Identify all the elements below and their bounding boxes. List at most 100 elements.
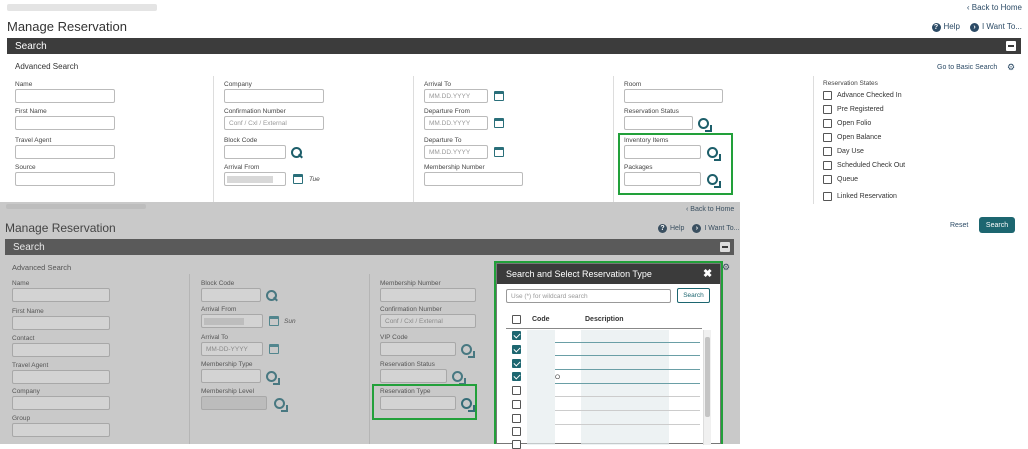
arrival-to-input[interactable]: MM-DD-YYYY xyxy=(201,342,263,356)
departure-from-input[interactable]: MM.DD.YYYY xyxy=(424,116,488,130)
confirmation-number-input[interactable]: Conf / Cxl / External xyxy=(380,314,476,328)
lov-search-icon[interactable] xyxy=(274,398,288,412)
arrival-from-input[interactable] xyxy=(201,314,263,328)
arrival-from-label: Arrival From xyxy=(224,164,260,171)
reservation-status-input[interactable] xyxy=(380,369,447,383)
search-panel-title: Search xyxy=(15,40,47,52)
collapse-icon[interactable] xyxy=(1006,41,1016,51)
departure-to-input[interactable]: MM.DD.YYYY xyxy=(424,145,488,159)
highlight-box xyxy=(618,133,733,195)
arrow-right-icon: › xyxy=(969,23,979,32)
back-to-home-link[interactable]: ‹ Back to Home xyxy=(686,206,734,213)
source-label: Source xyxy=(15,164,36,171)
state-checkbox[interactable] xyxy=(823,105,832,114)
calendar-icon[interactable] xyxy=(494,147,504,157)
name-input[interactable] xyxy=(15,89,115,103)
contact-input[interactable] xyxy=(12,343,110,357)
lov-search-icon[interactable] xyxy=(461,344,475,358)
gear-icon[interactable]: ⚙ xyxy=(1007,62,1015,73)
state-checkbox[interactable] xyxy=(823,161,832,170)
reservation-status-label: Reservation Status xyxy=(380,361,435,368)
advanced-search-title: Advanced Search xyxy=(12,263,72,272)
contact-label: Contact xyxy=(12,335,35,342)
back-to-home-label: Back to Home xyxy=(690,206,735,213)
arrival-from-label: Arrival From xyxy=(201,306,237,313)
reservation-status-label: Reservation Status xyxy=(624,108,679,115)
gear-icon[interactable]: ⚙ xyxy=(722,262,730,273)
page-title: Manage Reservation xyxy=(5,221,116,235)
company-input[interactable] xyxy=(12,396,110,410)
column-divider xyxy=(213,76,214,204)
first-name-label: First Name xyxy=(15,108,47,115)
reset-button[interactable]: Reset xyxy=(950,222,968,229)
departure-from-label: Departure From xyxy=(424,108,470,115)
calendar-icon[interactable] xyxy=(293,174,303,184)
arrival-to-input[interactable]: MM.DD.YYYY xyxy=(424,89,488,103)
arrow-right-icon: › xyxy=(692,224,702,233)
go-to-basic-search-link[interactable]: Go to Basic Search xyxy=(937,64,997,71)
search-icon[interactable] xyxy=(266,290,277,301)
state-label: Day Use xyxy=(837,148,864,155)
calendar-icon[interactable] xyxy=(494,91,504,101)
i-want-to-label: I Want To... xyxy=(981,22,1022,31)
membership-number-input[interactable] xyxy=(424,172,523,186)
calendar-icon[interactable] xyxy=(494,118,504,128)
blurred-breadcrumb xyxy=(6,204,146,209)
vip-code-input[interactable] xyxy=(380,342,456,356)
calendar-icon[interactable] xyxy=(269,316,279,326)
help-icon: ? xyxy=(658,224,667,233)
calendar-icon[interactable] xyxy=(269,344,279,354)
lov-search-icon[interactable] xyxy=(266,371,280,385)
lov-search-icon[interactable] xyxy=(452,371,466,385)
first-name-input[interactable] xyxy=(15,116,115,130)
travel-agent-input[interactable] xyxy=(15,145,115,159)
company-label: Company xyxy=(224,81,252,88)
search-icon[interactable] xyxy=(291,147,302,158)
search-panel-header[interactable]: Search xyxy=(7,38,1021,54)
membership-level-input[interactable] xyxy=(201,396,267,410)
state-checkbox[interactable] xyxy=(823,192,832,201)
state-checkbox[interactable] xyxy=(823,133,832,142)
help-link[interactable]: ? Help xyxy=(931,22,960,32)
source-input[interactable] xyxy=(15,172,115,186)
state-checkbox[interactable] xyxy=(823,119,832,128)
help-icon: ? xyxy=(931,23,941,32)
i-want-to-link[interactable]: › I Want To... xyxy=(692,224,739,233)
travel-agent-input[interactable] xyxy=(12,370,110,384)
company-input[interactable] xyxy=(224,89,324,103)
i-want-to-label: I Want To... xyxy=(704,225,740,232)
state-label: Pre Registered xyxy=(837,106,884,113)
company-label: Company xyxy=(12,388,40,395)
reservation-status-input[interactable] xyxy=(624,116,693,130)
state-checkbox[interactable] xyxy=(823,147,832,156)
block-code-input[interactable] xyxy=(201,288,261,302)
group-label: Group xyxy=(12,415,31,422)
state-label: Open Balance xyxy=(837,134,882,141)
collapse-icon[interactable] xyxy=(720,242,730,252)
membership-number-input[interactable] xyxy=(380,288,476,302)
back-to-home-link[interactable]: ‹ Back to Home xyxy=(967,3,1022,12)
block-code-input[interactable] xyxy=(224,145,286,159)
confirmation-number-label: Confirmation Number xyxy=(380,306,442,313)
column-divider xyxy=(613,76,614,204)
room-input[interactable] xyxy=(624,89,723,103)
arrival-to-label: Arrival To xyxy=(201,334,228,341)
arrival-from-input[interactable] xyxy=(224,172,286,186)
state-label: Advance Checked In xyxy=(837,92,902,99)
room-label: Room xyxy=(624,81,642,88)
i-want-to-link[interactable]: › I Want To... xyxy=(969,22,1022,32)
search-button[interactable]: Search xyxy=(979,217,1015,233)
confirmation-number-input[interactable]: Conf / Cxl / External xyxy=(224,116,324,130)
state-checkbox[interactable] xyxy=(823,175,832,184)
help-label: Help xyxy=(670,225,685,232)
first-name-input[interactable] xyxy=(12,316,110,330)
group-input[interactable] xyxy=(12,423,110,437)
search-panel-header[interactable]: Search xyxy=(5,239,734,255)
membership-type-input[interactable] xyxy=(201,369,261,383)
lov-search-icon[interactable] xyxy=(698,118,712,132)
column-divider xyxy=(413,76,414,204)
state-checkbox[interactable] xyxy=(823,91,832,100)
membership-number-label: Membership Number xyxy=(424,164,485,171)
help-link[interactable]: ? Help xyxy=(658,224,684,233)
name-input[interactable] xyxy=(12,288,110,302)
